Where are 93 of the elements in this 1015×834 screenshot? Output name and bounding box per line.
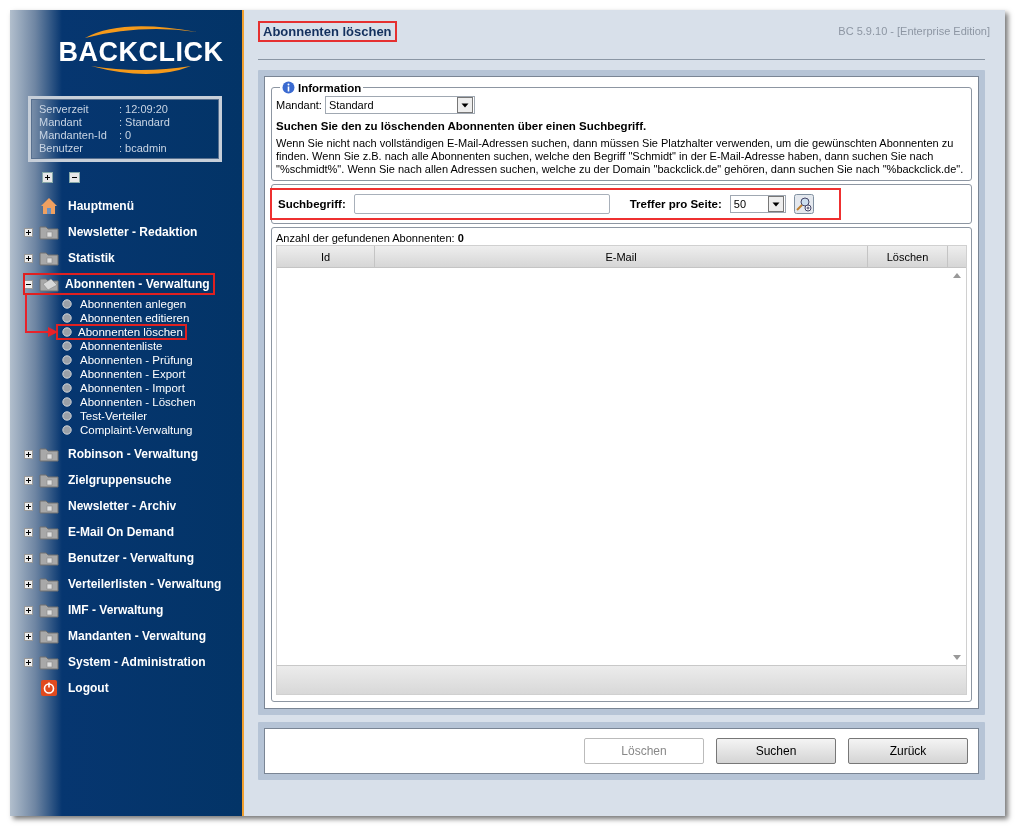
- expander-icon[interactable]: [24, 279, 33, 289]
- submenu-item[interactable]: Abonnenten - Export: [76, 366, 190, 382]
- expand-all-icon[interactable]: [42, 172, 53, 183]
- submenu-item[interactable]: Abonnenten - Löschen: [76, 394, 200, 410]
- folder-icon: [39, 628, 59, 644]
- bullet-icon: [62, 313, 72, 323]
- bullet-icon: [62, 411, 72, 421]
- info-label: Mandanten-Id: [39, 129, 108, 142]
- info-text: Wenn Sie nicht nach vollständigen E-Mail-Adressen suchen, dann müssen Sie Platzhalter verwenden, um die gewünschten Abonnenten zu finden. Wenn Sie z.B. nach alle Abonnenten suchen, welche den Begriff "Schmidt" in der E-Mail-Adresse haben, dann suchen Sie nach "%schmidt%". Wenn Sie nach allen Adressen suchen, welche zu der Domain "backclick.de" gehören, dann suchen Sie nach "%backclick.de".: [276, 137, 965, 176]
- page-title: Abonnenten löschen: [258, 20, 397, 42]
- folder-icon: [39, 576, 59, 592]
- submenu-item[interactable]: Abonnenten - Import: [76, 380, 189, 396]
- nav-item[interactable]: Newsletter - Redaktion: [63, 221, 203, 243]
- info-value: : 12:09:20: [119, 103, 169, 116]
- nav-item[interactable]: E-Mail On Demand: [63, 521, 179, 543]
- nav-item[interactable]: Logout: [63, 677, 114, 699]
- submenu-item[interactable]: Abonnenten editieren: [76, 310, 194, 326]
- field-label: Suchbegriff:: [278, 198, 346, 210]
- column-header[interactable]: E-Mail: [375, 246, 868, 267]
- section-legend: Information: [298, 81, 362, 94]
- bullet-icon: [62, 383, 72, 393]
- info-value: : 0: [119, 129, 133, 142]
- folder-icon: [39, 446, 59, 462]
- scroll-up-icon[interactable]: [953, 273, 961, 278]
- info-value: : bcadmin: [119, 142, 168, 155]
- search-icon[interactable]: [793, 194, 814, 214]
- info-value: : Standard: [119, 116, 171, 129]
- submenu-item[interactable]: Abonnenten anlegen: [76, 296, 191, 312]
- expander-icon[interactable]: [24, 449, 33, 459]
- column-header[interactable]: Löschen: [868, 246, 948, 267]
- info-label: Benutzer: [39, 142, 85, 155]
- nav-item[interactable]: Statistik: [63, 247, 120, 269]
- nav-item[interactable]: Hauptmenü: [63, 195, 139, 217]
- field-label: Treffer pro Seite:: [629, 198, 722, 210]
- result-count: Anzahl der gefundenen Abonnenten: 0: [276, 232, 465, 244]
- submenu-item[interactable]: Abonnenten löschen: [56, 324, 187, 340]
- expander-icon[interactable]: [24, 553, 33, 563]
- folder-icon: [39, 550, 59, 566]
- info-icon: [282, 81, 295, 94]
- expander-icon[interactable]: [24, 527, 33, 537]
- bullet-icon: [62, 341, 72, 351]
- folder-icon: [39, 498, 59, 514]
- nav-item[interactable]: System - Administration: [63, 651, 211, 673]
- submenu-item[interactable]: Abonnentenliste: [76, 338, 167, 354]
- scroll-down-icon[interactable]: [953, 655, 961, 660]
- submenu-item[interactable]: Abonnenten - Prüfung: [76, 352, 197, 368]
- house-icon: [39, 197, 59, 215]
- bullet-icon: [62, 327, 72, 337]
- power-icon: [39, 680, 59, 696]
- annotation-arrow: [24, 294, 60, 338]
- expander-icon[interactable]: [24, 501, 33, 511]
- info-label: Mandant: [39, 116, 83, 129]
- bullet-icon: [62, 425, 72, 435]
- logo-text: BACKCLICK: [58, 38, 224, 66]
- nav-item[interactable]: Verteilerlisten - Verwaltung: [63, 573, 227, 595]
- nav-item[interactable]: IMF - Verwaltung: [63, 599, 169, 621]
- expander-icon[interactable]: [24, 631, 33, 641]
- bullet-icon: [62, 299, 72, 309]
- open-folder-icon: [39, 276, 59, 292]
- submenu-item[interactable]: Test-Verteiler: [76, 408, 152, 424]
- nav-item[interactable]: Zielgruppensuche: [63, 469, 177, 491]
- search-field[interactable]: [353, 194, 610, 214]
- nav-item[interactable]: Abonnenten - Verwaltung: [23, 273, 215, 295]
- bullet-icon: [62, 397, 72, 407]
- info-heading: Suchen Sie den zu löschenden Abonnenten über einen Suchbegriff.: [276, 120, 648, 132]
- folder-icon: [39, 654, 59, 670]
- folder-icon: [39, 250, 59, 266]
- folder-icon: [39, 472, 59, 488]
- client-dropdown[interactable]: Standard: [324, 96, 475, 114]
- nav-item[interactable]: Mandanten - Verwaltung: [63, 625, 211, 647]
- folder-icon: [39, 524, 59, 540]
- bullet-icon: [62, 355, 72, 365]
- expander-icon[interactable]: [24, 475, 33, 485]
- nav-item[interactable]: Benutzer - Verwaltung: [63, 547, 200, 569]
- collapse-all-icon[interactable]: [69, 172, 80, 183]
- folder-icon: [39, 224, 59, 240]
- action-button[interactable]: Zurück: [848, 738, 968, 764]
- info-label: Serverzeit: [39, 103, 90, 116]
- per-page-dropdown[interactable]: 50: [729, 195, 786, 213]
- bullet-icon: [62, 369, 72, 379]
- nav-item[interactable]: Newsletter - Archiv: [63, 495, 182, 517]
- version-text: BC 5.9.10 - [Enterprise Edition]: [838, 25, 990, 37]
- expander-icon[interactable]: [24, 227, 33, 237]
- folder-icon: [39, 602, 59, 618]
- column-header[interactable]: Id: [277, 246, 375, 267]
- action-button[interactable]: Suchen: [716, 738, 836, 764]
- field-label: Mandant:: [276, 99, 322, 111]
- expander-icon[interactable]: [24, 253, 33, 263]
- nav-item[interactable]: Robinson - Verwaltung: [63, 443, 203, 465]
- expander-icon[interactable]: [24, 605, 33, 615]
- submenu-item[interactable]: Complaint-Verwaltung: [76, 422, 197, 438]
- expander-icon[interactable]: [24, 657, 33, 667]
- expander-icon[interactable]: [24, 579, 33, 589]
